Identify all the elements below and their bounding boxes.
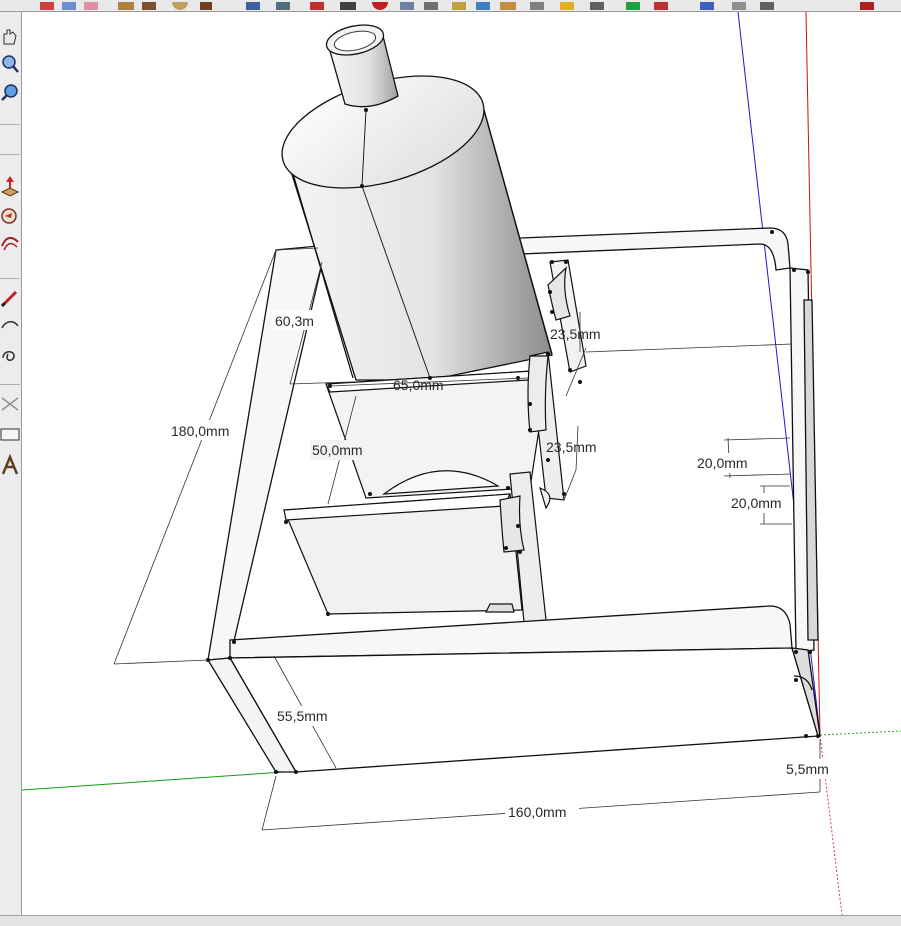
zoom-extents-icon[interactable]	[1, 84, 18, 101]
face-style-icon[interactable]	[500, 0, 516, 10]
folder-icon[interactable]	[118, 0, 134, 10]
camera-icon[interactable]	[276, 0, 290, 10]
eraser-icon[interactable]	[84, 0, 98, 10]
look-around-icon[interactable]	[626, 0, 640, 10]
zoom-window-icon[interactable]	[654, 0, 668, 10]
zoom-icon[interactable]	[2, 55, 19, 73]
dimension-23-lower: 23,5mm	[546, 439, 597, 455]
push-pull-icon[interactable]	[0, 176, 20, 197]
dimension-180: 180,0mm	[171, 423, 229, 439]
zoom-extents-icon[interactable]	[700, 0, 714, 10]
dimension-160: 160,0mm	[508, 804, 566, 820]
top-toolbar	[0, 0, 901, 12]
status-bar	[0, 915, 901, 926]
shadow-icon[interactable]	[476, 0, 490, 10]
dimension-65: 65,0mm	[393, 377, 444, 393]
protractor-icon[interactable]	[1, 397, 19, 411]
separator	[0, 124, 20, 125]
rotate-icon[interactable]	[172, 0, 188, 10]
follow-me-icon[interactable]	[1, 208, 17, 224]
hand-icon[interactable]	[200, 0, 212, 10]
model-canvas[interactable]: 180,0mm 60,3m 65,0mm 50,0mm 23,5mm 23,5m…	[22, 12, 901, 915]
close-icon[interactable]	[860, 0, 874, 10]
previous-view-icon[interactable]	[732, 0, 746, 10]
axes-icon[interactable]	[40, 0, 54, 10]
text-icon[interactable]	[0, 428, 20, 441]
fog-icon[interactable]	[530, 0, 544, 10]
pan-icon[interactable]	[3, 29, 17, 45]
separator	[0, 154, 20, 155]
next-view-icon[interactable]	[760, 0, 774, 10]
left-toolbar-icons	[0, 29, 20, 475]
arc-icon[interactable]	[1, 321, 19, 329]
layers-icon[interactable]	[400, 0, 414, 10]
orbit-icon[interactable]	[62, 0, 76, 10]
dimension-20-lower: 20,0mm	[731, 495, 782, 511]
dimension-50: 50,0mm	[312, 442, 363, 458]
green-axis-dotted	[819, 730, 901, 736]
base-frame	[206, 605, 821, 773]
3d-text-icon[interactable]	[1, 453, 19, 475]
freehand-icon[interactable]	[2, 351, 15, 361]
zoom-icon[interactable]	[372, 0, 388, 10]
offset-icon[interactable]	[1, 236, 19, 251]
undo-icon[interactable]	[340, 0, 356, 10]
dimension-60: 60,3m	[275, 313, 314, 329]
section-icon[interactable]	[452, 0, 466, 10]
component-icon[interactable]	[424, 0, 438, 10]
material-icon[interactable]	[310, 0, 324, 10]
position-camera-icon[interactable]	[560, 0, 574, 10]
separator	[0, 384, 20, 385]
dimension-5: 5,5mm	[786, 761, 829, 777]
modeling-viewport[interactable]: 180,0mm 60,3m 65,0mm 50,0mm 23,5mm 23,5m…	[22, 12, 901, 915]
window-icon[interactable]	[246, 0, 260, 10]
walk-icon[interactable]	[590, 0, 604, 10]
pencil-icon[interactable]	[0, 290, 18, 308]
dimension-20-upper: 20,0mm	[697, 455, 748, 471]
paint-bucket-icon[interactable]	[142, 0, 156, 10]
separator	[0, 278, 20, 279]
left-toolbar	[0, 12, 22, 915]
dimension-55: 55,5mm	[277, 708, 328, 724]
top-toolbar-icons	[40, 0, 874, 10]
dimension-23-upper: 23,5mm	[550, 326, 601, 342]
